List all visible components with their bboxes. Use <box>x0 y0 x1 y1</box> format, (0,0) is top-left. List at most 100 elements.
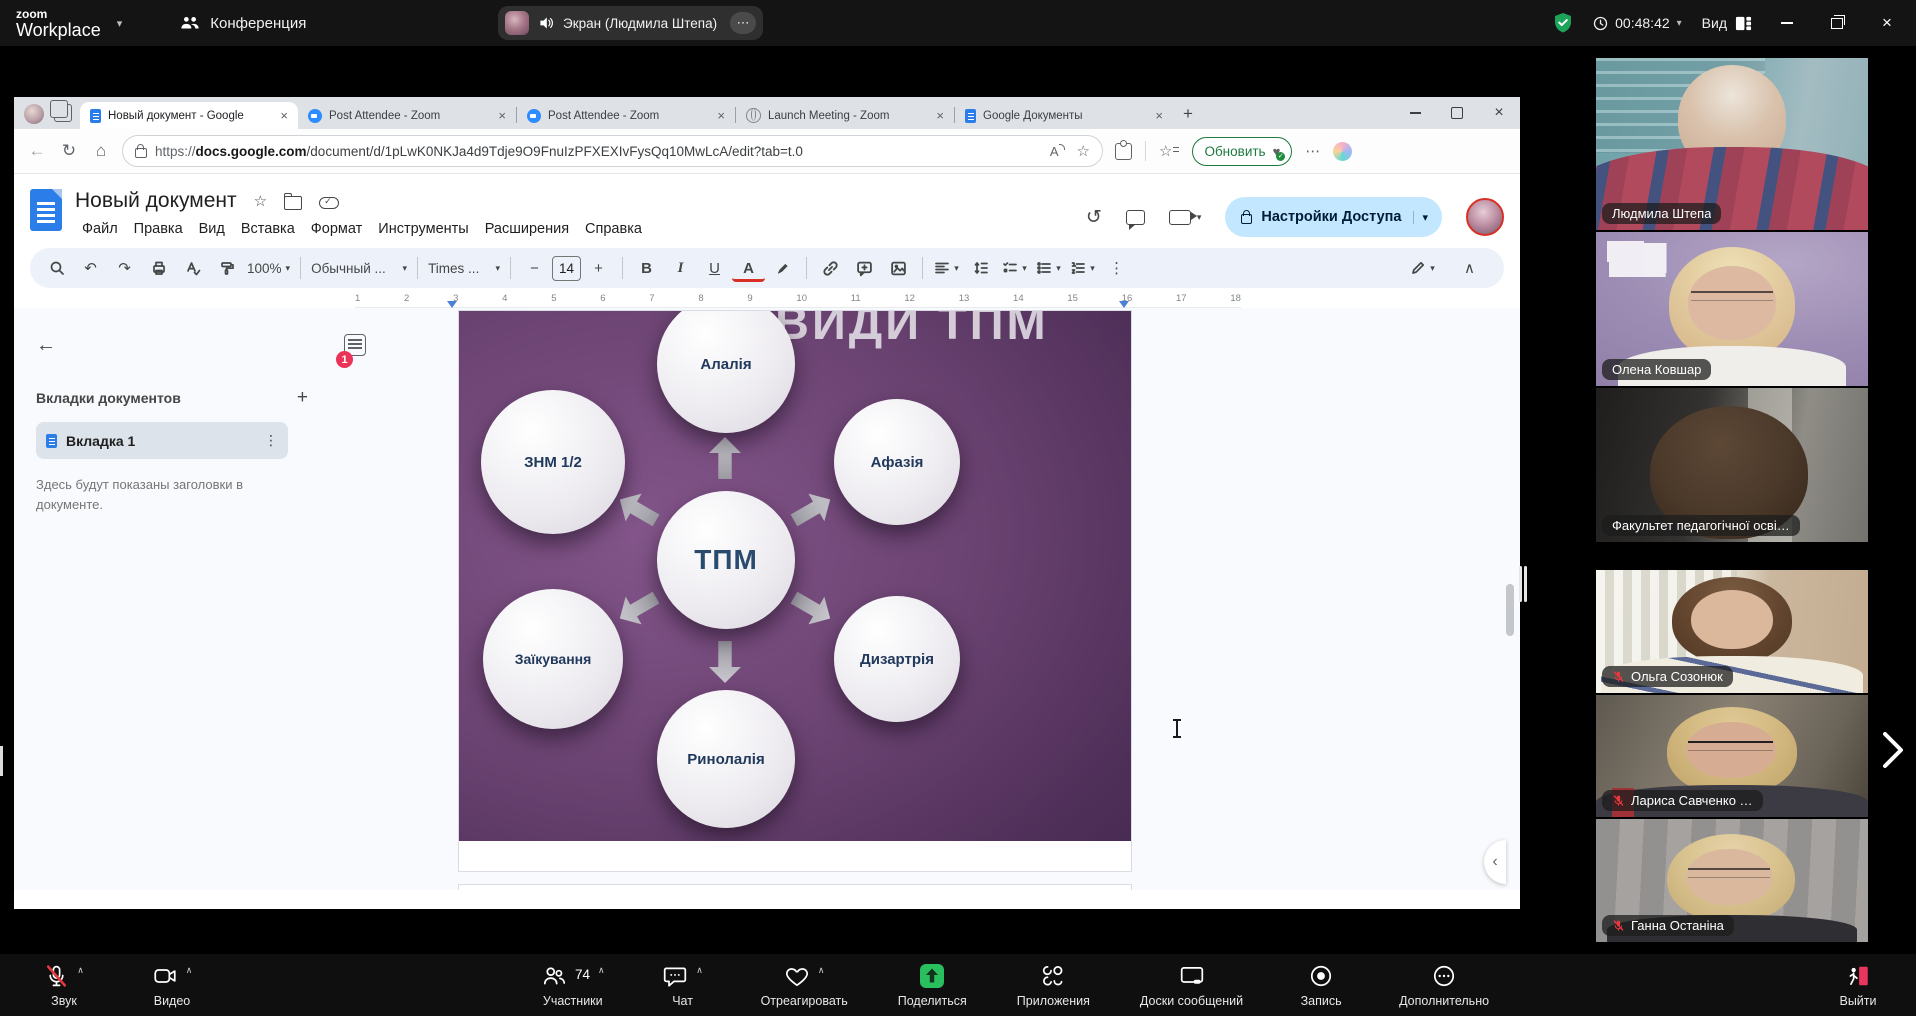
active-share-pill[interactable]: Экран (Людмила Штепа) ⋯ <box>498 6 763 40</box>
undo-button[interactable]: ↶ <box>74 254 107 282</box>
star-document-icon[interactable]: ☆ <box>254 192 267 210</box>
security-shield-icon[interactable] <box>1553 12 1573 34</box>
sharing-settings-button[interactable]: Настройки Доступа ▾ <box>1225 197 1442 237</box>
more-button[interactable]: Дополнительно <box>1399 963 1489 1008</box>
browser-menu-icon[interactable]: ⋯ <box>1305 142 1320 160</box>
paragraph-style-select[interactable]: Обычный ... ▾ <box>308 254 410 282</box>
participant-tile[interactable]: Ольга Созонюк <box>1596 570 1868 693</box>
line-spacing-button[interactable] <box>964 254 997 282</box>
audio-button[interactable]: ∧ Звук <box>36 963 92 1008</box>
menu-insert[interactable]: Вставка <box>234 219 302 239</box>
print-button[interactable] <box>142 254 175 282</box>
window-close-button[interactable]: × <box>1872 9 1902 37</box>
menu-file[interactable]: Файл <box>75 219 125 239</box>
add-comment-button[interactable] <box>848 254 881 282</box>
meeting-timer[interactable]: 00:48:42 ▾ <box>1593 15 1682 31</box>
bold-button[interactable]: B <box>630 254 663 282</box>
participant-tile[interactable]: Лариса Савченко … <box>1596 695 1868 817</box>
participant-tile[interactable]: Факультет педагогічної осві… <box>1596 388 1868 542</box>
record-button[interactable]: Запись <box>1293 963 1349 1008</box>
redo-button[interactable]: ↷ <box>108 254 141 282</box>
tab-close-icon[interactable]: × <box>278 108 290 123</box>
insert-image-button[interactable] <box>882 254 915 282</box>
video-button[interactable]: ∧ Видео <box>144 963 200 1008</box>
left-indent-marker[interactable] <box>447 301 457 308</box>
tab-options-icon[interactable]: ⋮ <box>264 432 278 449</box>
search-menus-button[interactable] <box>40 254 73 282</box>
menu-help[interactable]: Справка <box>578 219 649 239</box>
menu-edit[interactable]: Правка <box>127 219 190 239</box>
reload-button[interactable]: ↻ <box>58 141 80 161</box>
paint-format-button[interactable] <box>210 254 243 282</box>
extensions-icon[interactable] <box>1115 143 1132 160</box>
italic-button[interactable]: I <box>664 254 697 282</box>
move-to-folder-icon[interactable] <box>284 196 302 210</box>
bulleted-list-button[interactable]: ▾ <box>1032 254 1065 282</box>
browser-close-button[interactable]: × <box>1478 97 1520 129</box>
decrease-font-size-button[interactable]: − <box>518 254 551 282</box>
panel-resize-handle[interactable] <box>1524 566 1527 602</box>
document-page[interactable]: ВИДИ ТПМ Алалія Афазія ЗНМ 1/2 ТПМ Заїку <box>458 310 1132 872</box>
menu-format[interactable]: Формат <box>304 219 370 239</box>
increase-font-size-button[interactable]: + <box>582 254 615 282</box>
participants-button[interactable]: 74 ∧ Участники <box>541 963 605 1008</box>
browser-tab-docs[interactable]: Новый документ - Google × <box>80 102 298 129</box>
numbered-list-button[interactable]: ▾ <box>1066 254 1099 282</box>
panel-back-button[interactable]: ← <box>36 334 56 357</box>
comments-icon[interactable] <box>1126 210 1145 225</box>
browser-minimize-button[interactable] <box>1394 97 1436 129</box>
tab-close-icon[interactable]: × <box>934 108 946 123</box>
meeting-tab[interactable]: Конференция <box>180 15 306 32</box>
highlight-button[interactable] <box>766 254 799 282</box>
add-tab-button[interactable]: + <box>297 387 308 409</box>
participant-tile[interactable]: Ганна Останіна <box>1596 819 1868 942</box>
document-scrollbar[interactable] <box>1506 584 1514 636</box>
browser-tab-google-docs[interactable]: Google Документы × <box>955 102 1173 129</box>
text-color-button[interactable]: A <box>732 257 765 282</box>
participant-tile[interactable]: Людмила Штепа <box>1596 58 1868 230</box>
tab-close-icon[interactable]: × <box>1153 108 1165 123</box>
new-tab-button[interactable]: + <box>1183 104 1193 124</box>
read-aloud-icon[interactable]: A <box>1050 144 1065 159</box>
align-button[interactable]: ▾ <box>930 254 963 282</box>
google-docs-logo[interactable] <box>30 189 62 231</box>
window-minimize-button[interactable] <box>1772 9 1802 37</box>
share-pill-more-button[interactable]: ⋯ <box>730 12 756 34</box>
menu-tools[interactable]: Инструменты <box>371 219 475 239</box>
chevron-down-icon[interactable]: ▾ <box>117 17 123 30</box>
document-tab-item[interactable]: Вкладка 1 ⋮ <box>36 422 288 459</box>
tab-close-icon[interactable]: × <box>715 108 727 123</box>
document-title[interactable]: Новый документ <box>75 189 237 213</box>
chat-options-chevron[interactable]: ∧ <box>696 965 703 976</box>
checklist-button[interactable]: ▾ <box>998 254 1031 282</box>
audio-options-chevron[interactable]: ∧ <box>77 965 84 976</box>
browser-profile-avatar[interactable] <box>24 104 44 124</box>
sharing-dropdown-icon[interactable]: ▾ <box>1413 211 1436 224</box>
insert-link-button[interactable] <box>814 254 847 282</box>
underline-button[interactable]: U <box>698 254 731 282</box>
next-participants-button[interactable] <box>1880 728 1916 776</box>
meet-video-button[interactable]: ▾ <box>1169 210 1202 225</box>
document-tabs-icon[interactable]: 1 <box>344 334 366 356</box>
toolbar-more-button[interactable]: ⋮ <box>1100 254 1133 282</box>
font-size-field[interactable]: 14 <box>552 256 581 281</box>
zoom-select[interactable]: 100% ▾ <box>244 254 293 282</box>
browser-tab-post-attendee-2[interactable]: Post Attendee - Zoom × <box>517 102 735 129</box>
browser-maximize-button[interactable] <box>1436 97 1478 129</box>
collapse-menus-button[interactable]: ∧ <box>1453 254 1486 282</box>
url-field[interactable]: https://docs.google.com/document/d/1pLwK… <box>122 135 1103 167</box>
browser-tab-launch-meeting[interactable]: Launch Meeting - Zoom × <box>736 102 954 129</box>
home-button[interactable]: ⌂ <box>90 141 112 161</box>
copilot-icon[interactable] <box>1333 142 1352 161</box>
apps-button[interactable]: Приложения <box>1017 963 1090 1008</box>
favorite-star-icon[interactable]: ☆ <box>1077 142 1090 160</box>
menu-view[interactable]: Вид <box>192 219 232 239</box>
next-document-page[interactable] <box>458 884 1132 890</box>
video-options-chevron[interactable]: ∧ <box>186 965 193 976</box>
whiteboards-button[interactable]: Доски сообщений <box>1140 963 1243 1008</box>
favorites-list-icon[interactable]: ☆ <box>1159 142 1179 160</box>
collapse-panel-button[interactable]: ‹ <box>1484 840 1506 884</box>
spellcheck-button[interactable] <box>176 254 209 282</box>
share-screen-button[interactable]: Поделиться <box>898 963 967 1008</box>
font-select[interactable]: Times ... ▾ <box>425 254 503 282</box>
